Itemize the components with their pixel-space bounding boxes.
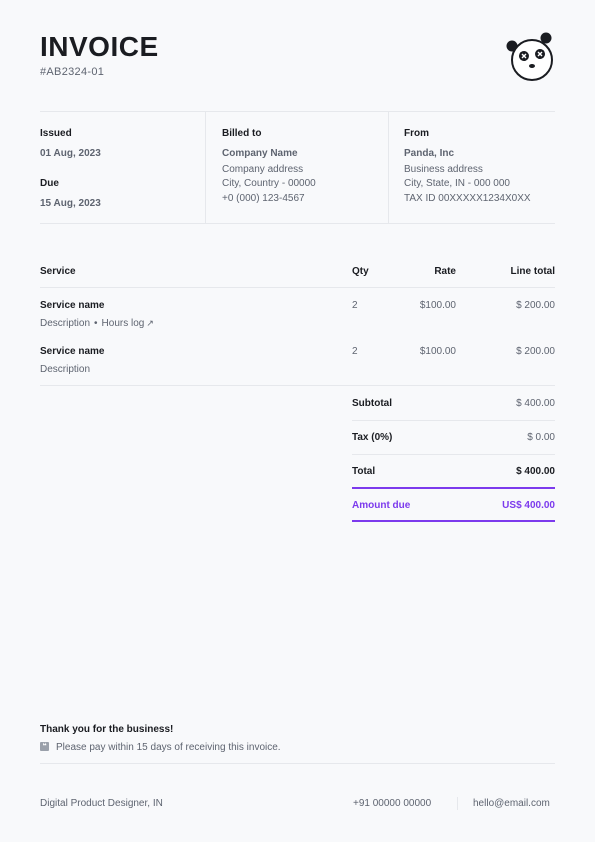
hours-log-link[interactable]: Hours log <box>102 318 145 329</box>
issued-label: Issued <box>40 128 72 139</box>
arrow-up-right-icon[interactable]: ↗ <box>146 318 154 328</box>
footer-divider <box>40 763 555 764</box>
tax-divider <box>352 454 555 455</box>
table-header-divider <box>40 287 555 288</box>
from-address: Business address <box>404 164 483 175</box>
amount-due-bottom-divider <box>352 520 555 522</box>
quote-icon: ❝ <box>40 742 49 751</box>
from-city: City, State, IN - 000 000 <box>404 178 510 189</box>
issued-date: 01 Aug, 2023 <box>40 148 101 159</box>
row-line-total: $ 200.00 <box>516 346 555 357</box>
subtotal-divider <box>352 420 555 421</box>
row-qty: 2 <box>352 300 358 311</box>
subtotal-value: $ 400.00 <box>516 398 555 409</box>
column-header-line-total: Line total <box>510 266 555 277</box>
column-header-service: Service <box>40 266 76 277</box>
payment-note: Please pay within 15 days of receiving t… <box>56 742 281 753</box>
row-rate: $100.00 <box>419 300 456 311</box>
table-bottom-divider <box>40 385 555 386</box>
info-divider-2 <box>388 111 389 223</box>
billed-to-city: City, Country - 00000 <box>222 178 316 189</box>
column-header-qty: Qty <box>352 266 369 277</box>
panda-logo-icon <box>506 32 553 81</box>
invoice-number: #AB2324-01 <box>40 66 105 78</box>
amount-due-label: Amount due <box>352 500 411 511</box>
row-rate: $100.00 <box>419 346 456 357</box>
total-value: $ 400.00 <box>516 466 555 477</box>
tax-label: Tax (0%) <box>352 432 393 443</box>
thank-you-note: Thank you for the business! <box>40 724 174 735</box>
info-bottom-divider <box>40 223 555 224</box>
due-label: Due <box>40 178 59 189</box>
invoice-page: INVOICE #AB2324-01 Issued 01 Aug, 2023 D… <box>0 0 595 842</box>
description-text: Description <box>40 318 91 329</box>
billed-to-phone: +0 (000) 123-4567 <box>222 193 305 204</box>
service-description: Description • Hours log ↗ <box>40 318 154 329</box>
billed-to-label: Billed to <box>222 128 262 139</box>
from-label: From <box>404 128 429 139</box>
billed-to-address: Company address <box>222 164 304 175</box>
service-name: Service name <box>40 300 105 311</box>
tax-value: $ 0.00 <box>527 432 555 443</box>
footer-phone: +91 00000 00000 <box>353 798 432 809</box>
service-description: Description <box>40 364 91 375</box>
column-header-rate: Rate <box>434 266 456 277</box>
total-label: Total <box>352 466 376 477</box>
separator-dot: • <box>94 318 98 329</box>
row-qty: 2 <box>352 346 358 357</box>
info-divider-1 <box>205 111 206 223</box>
footer-role: Digital Product Designer, IN <box>40 798 163 809</box>
header-divider <box>40 111 555 112</box>
invoice-title: INVOICE <box>40 31 159 62</box>
amount-due-top-divider <box>352 487 555 489</box>
footer-email[interactable]: hello@email.com <box>473 798 550 809</box>
footer-separator <box>457 797 458 810</box>
row-line-total: $ 200.00 <box>516 300 555 311</box>
from-tax-id: TAX ID 00XXXXX1234X0XX <box>404 193 531 204</box>
amount-due-value: US$ 400.00 <box>502 500 555 511</box>
billed-to-name: Company Name <box>222 148 298 159</box>
due-date: 15 Aug, 2023 <box>40 198 101 209</box>
service-name: Service name <box>40 346 105 357</box>
from-name: Panda, Inc <box>404 148 455 159</box>
subtotal-label: Subtotal <box>352 398 392 409</box>
